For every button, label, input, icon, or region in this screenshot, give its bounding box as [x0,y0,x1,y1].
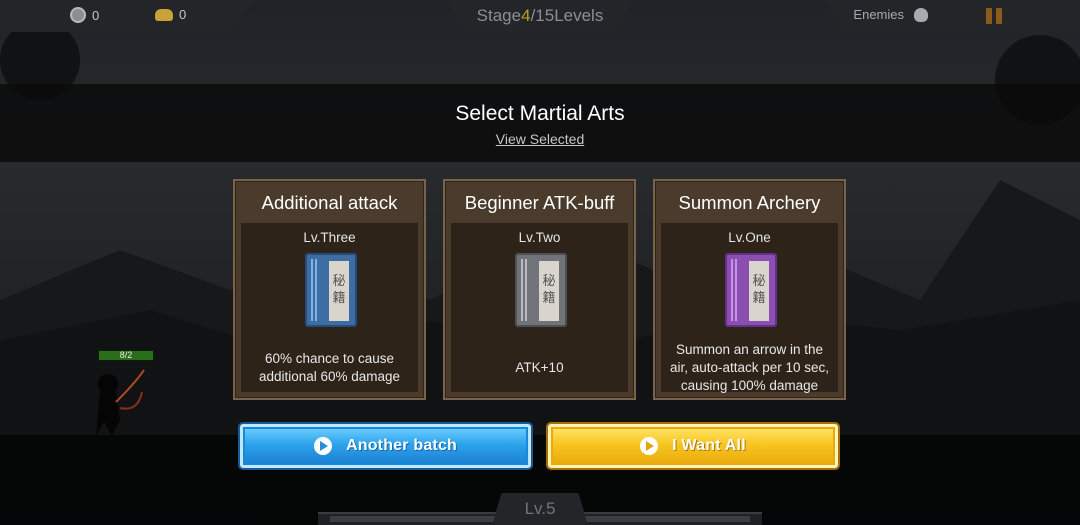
view-selected-link-row: View Selected [0,131,1080,147]
secret-manual-book-icon: 秘 籍 [515,253,567,327]
ingot-count: 0 [179,7,187,22]
hud-enemies-panel [826,0,1080,32]
card-level: Lv.Three [303,230,356,245]
stage-indicator: Stage 4/15Levels [448,0,632,32]
play-icon [640,437,659,455]
book-label: 秘 籍 [749,261,769,321]
book-label: 秘 籍 [539,261,559,321]
card-description: 60% chance to cause additional 60% damag… [258,351,401,384]
player-character [96,369,145,436]
player-level-tab: Lv.5 [492,493,588,525]
secret-manual-book-icon: 秘 籍 [725,253,777,327]
card-level: Lv.One [728,230,771,245]
book-label: 秘 籍 [329,261,349,321]
book-spine [521,259,527,321]
book-char: 籍 [332,291,346,306]
skull-icon [914,8,928,22]
card-title: Additional attack [261,192,398,213]
pause-icon-bar-right [996,8,1002,24]
dialog-title: Select Martial Arts [455,102,625,125]
pause-button[interactable] [986,8,1004,24]
ingot-counter: 0 [155,7,186,22]
card-description: Summon an arrow in the air, auto-attack … [669,342,830,393]
player-hp-bar: 8/2 [98,350,154,361]
card-body: Lv.One 秘 籍 Summon an arrow in the air, a… [661,223,838,393]
card-body: Lv.Three 秘 籍 60% chance to cause additio… [241,223,418,392]
skill-card-additional-attack[interactable]: Additional attack Lv.Three 秘 籍 60% chanc… [233,179,426,400]
stage-suffix: /15Levels [530,6,604,25]
ingot-icon [155,8,173,21]
book-char: 秘 [752,274,766,290]
book-char: 秘 [542,274,556,290]
card-level: Lv.Two [518,230,561,245]
want-all-label: I Want All [672,437,746,454]
enemies-label: Enemies [853,7,904,22]
want-all-button[interactable]: I Want All [548,424,838,468]
play-icon [313,437,332,455]
secret-manual-book-icon: 秘 籍 [305,253,357,327]
another-batch-button[interactable]: Another batch [240,424,531,468]
card-description: ATK+10 [515,360,564,376]
coin-count: 0 [92,7,100,23]
card-title: Beginner ATK-buff [464,192,615,213]
view-selected-link[interactable]: View Selected [496,131,584,147]
book-spine [731,259,737,321]
book-char: 秘 [332,274,346,290]
card-title: Summon Archery [678,192,821,213]
another-batch-label: Another batch [345,437,458,454]
coin-counter: 0 [70,7,99,23]
hud-resources-panel: 0 0 [0,0,255,32]
stage-current: 4 [521,6,531,25]
skill-card-beginner-atk-buff[interactable]: Beginner ATK-buff Lv.Two 秘 籍 ATK+10 [443,179,636,400]
skill-card-summon-archery[interactable]: Summon Archery Lv.One 秘 籍 Summon an arro… [653,179,846,400]
coin-icon [70,7,86,23]
book-spine [311,259,317,321]
stage-prefix: Stage [476,6,522,25]
pause-icon-bar-left [986,8,992,24]
card-body: Lv.Two 秘 籍 ATK+10 [451,223,628,392]
book-char: 籍 [542,291,556,306]
book-char: 籍 [752,291,766,306]
